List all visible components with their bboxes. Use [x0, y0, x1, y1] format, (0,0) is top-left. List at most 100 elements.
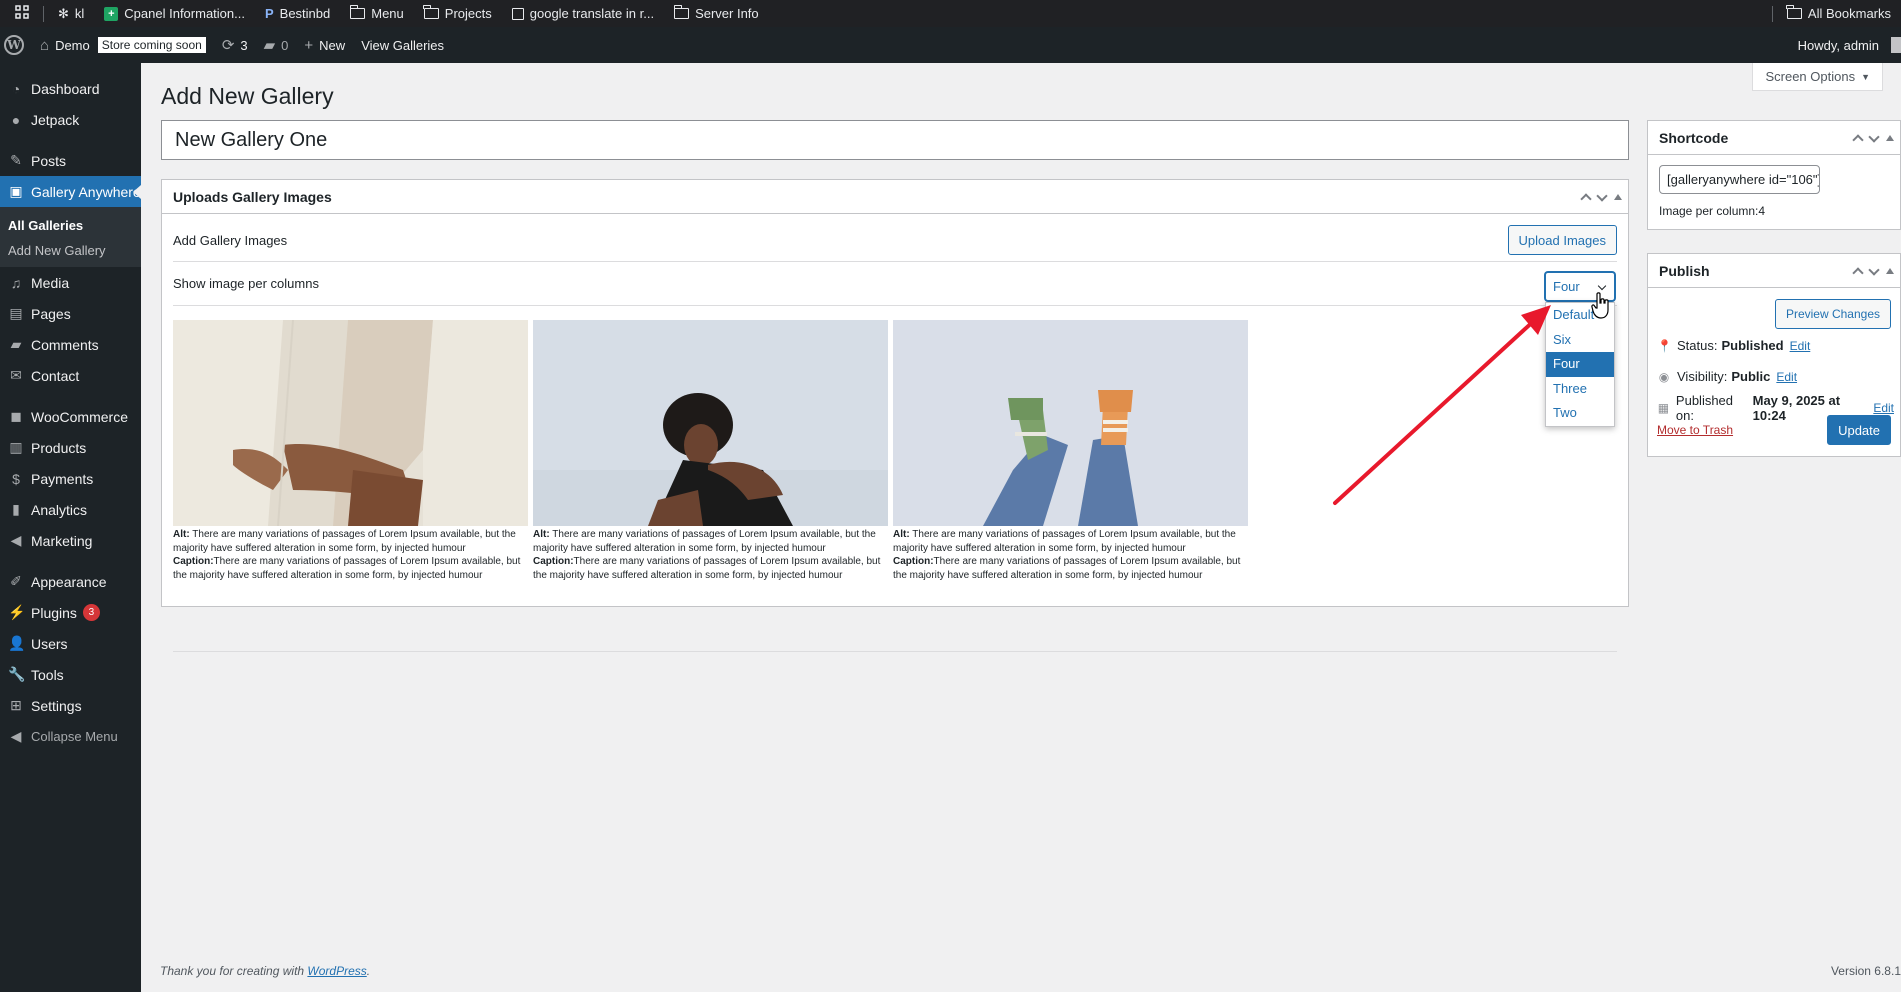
menu-users[interactable]: 👤 Users [0, 628, 141, 659]
menu-appearance[interactable]: ✐ Appearance [0, 566, 141, 597]
dashboard-icon: ◔ [11, 80, 21, 97]
gallery-item[interactable]: Alt: There are many variations of passag… [893, 320, 1248, 582]
jetpack-icon: ● [11, 111, 21, 128]
menu-settings[interactable]: ⊞ Settings [0, 690, 141, 721]
publish-box-title: Publish [1659, 262, 1710, 279]
site-name: Demo [55, 37, 90, 53]
menu-products[interactable]: ▥ Products [0, 432, 141, 463]
move-up-icon[interactable] [1852, 134, 1864, 146]
move-to-trash-link[interactable]: Move to Trash [1657, 423, 1733, 437]
edit-date-link[interactable]: Edit [1873, 401, 1894, 415]
my-account-menu[interactable]: Howdy, admin [1790, 27, 1901, 63]
menu-payments[interactable]: $ Payments [0, 463, 141, 494]
gallery-title-input[interactable]: New Gallery One [161, 120, 1629, 160]
menu-contact[interactable]: ✉ Contact [0, 360, 141, 391]
menu-comments[interactable]: ▰ Comments [0, 329, 141, 360]
add-images-row: Add Gallery Images Upload Images [173, 225, 1617, 255]
columns-option-four[interactable]: Four [1546, 352, 1614, 377]
comments-menu[interactable]: ▰ 0 [256, 27, 297, 63]
wp-logo-menu[interactable]: W [0, 27, 32, 63]
publish-box-header: Publish [1648, 254, 1900, 288]
toggle-panel-icon[interactable] [1886, 268, 1894, 274]
wordpress-link[interactable]: WordPress [307, 964, 366, 978]
move-down-icon[interactable] [1868, 263, 1880, 276]
move-up-icon[interactable] [1580, 193, 1592, 205]
toggle-panel-icon[interactable] [1614, 194, 1622, 200]
bookmark-label: Cpanel Information... [124, 6, 245, 21]
shortcode-value: [galleryanywhere id="106"] [1667, 172, 1820, 187]
bookmark-cpanel[interactable]: + Cpanel Information... [94, 0, 255, 27]
shortcode-field[interactable]: [galleryanywhere id="106"] [1659, 165, 1820, 194]
bookmark-kl[interactable]: ✻ kl [48, 0, 94, 27]
shortcode-box-header: Shortcode [1648, 121, 1900, 155]
bookmark-server-info[interactable]: Server Info [664, 0, 769, 27]
folder-icon [423, 5, 439, 19]
divider [173, 261, 1617, 262]
bookmark-menu[interactable]: Menu [340, 0, 414, 27]
bookmark-google-translate[interactable]: google translate in r... [502, 0, 664, 27]
collapse-label: Collapse Menu [31, 729, 118, 744]
menu-posts[interactable]: ✎ Posts [0, 145, 141, 176]
toggle-panel-icon[interactable] [1886, 135, 1894, 141]
footer-thanks-text: Thank you for creating with [160, 964, 308, 978]
apps-button[interactable] [0, 0, 39, 27]
updates-menu[interactable]: ⟳ 3 [214, 27, 256, 63]
appearance-icon: ✐ [10, 573, 22, 589]
bookmark-bestinbd[interactable]: P Bestinbd [255, 0, 340, 27]
menu-marketing[interactable]: ◀ Marketing [0, 525, 141, 556]
tools-icon: 🔧 [8, 666, 26, 682]
menu-label: Gallery Anywhere [31, 183, 141, 200]
products-icon: ▥ [9, 439, 23, 455]
upload-images-label: Upload Images [1518, 232, 1606, 248]
submenu-add-new-gallery[interactable]: Add New Gallery [0, 238, 141, 263]
gallery-icon: ▣ [9, 183, 23, 199]
menu-tools[interactable]: 🔧 Tools [0, 659, 141, 690]
upload-images-button[interactable]: Upload Images [1507, 225, 1617, 255]
preview-changes-button[interactable]: Preview Changes [1774, 299, 1891, 329]
bookmark-projects[interactable]: Projects [414, 0, 502, 27]
gallery-item[interactable]: Alt: There are many variations of passag… [173, 320, 528, 582]
page-title: Add New Gallery [161, 83, 334, 109]
collapse-menu-button[interactable]: ◀ Collapse Menu [0, 721, 141, 752]
edit-status-link[interactable]: Edit [1790, 339, 1811, 353]
menu-label: Comments [31, 336, 99, 353]
columns-dropdown-list: Default Six Four Three Two [1545, 302, 1615, 427]
all-bookmarks[interactable]: All Bookmarks [1777, 0, 1901, 27]
store-coming-soon-badge[interactable]: Store coming soon [97, 37, 206, 53]
menu-media[interactable]: ♫ Media [0, 267, 141, 298]
sheets-icon: + [104, 6, 119, 21]
menu-label: Jetpack [31, 111, 80, 128]
wordpress-logo-icon: W [4, 35, 24, 55]
caption-label: Caption: [173, 556, 214, 567]
menu-plugins[interactable]: ⚡ Plugins 3 [0, 597, 141, 628]
view-galleries-link[interactable]: View Galleries [353, 27, 452, 63]
columns-option-two[interactable]: Two [1546, 401, 1614, 426]
menu-dashboard[interactable]: ◔ Dashboard [0, 73, 141, 104]
bookmark-label: Projects [444, 6, 492, 21]
gallery-item[interactable]: Alt: There are many variations of passag… [533, 320, 888, 582]
menu-gallery-anywhere[interactable]: ▣ Gallery Anywhere [0, 176, 141, 207]
edit-visibility-link[interactable]: Edit [1776, 370, 1797, 384]
move-up-icon[interactable] [1852, 267, 1864, 279]
menu-analytics[interactable]: ▮ Analytics [0, 494, 141, 525]
gallery-image-woman [533, 320, 888, 526]
menu-jetpack[interactable]: ● Jetpack [0, 104, 141, 135]
uploads-box-header: Uploads Gallery Images [162, 180, 1628, 214]
menu-label: WooCommerce [31, 408, 128, 425]
move-down-icon[interactable] [1596, 189, 1608, 202]
columns-option-six[interactable]: Six [1546, 328, 1614, 353]
columns-option-three[interactable]: Three [1546, 377, 1614, 402]
update-button[interactable]: Update [1827, 415, 1891, 445]
new-content-menu[interactable]: + New [296, 27, 353, 63]
menu-label: Plugins [31, 604, 77, 621]
menu-pages[interactable]: ▤ Pages [0, 298, 141, 329]
move-down-icon[interactable] [1868, 130, 1880, 143]
menu-label: Dashboard [31, 80, 100, 97]
calendar-icon: ▦ [1657, 400, 1670, 415]
site-name-menu[interactable]: ⌂ Demo Store coming soon [32, 27, 214, 63]
menu-label: Users [31, 635, 68, 652]
submenu-all-galleries[interactable]: All Galleries [0, 213, 141, 238]
visibility-row: ◉ Visibility: Public Edit [1657, 361, 1894, 392]
screen-options-button[interactable]: Screen Options ▼ [1752, 63, 1883, 91]
menu-woocommerce[interactable]: ◼ WooCommerce [0, 401, 141, 432]
